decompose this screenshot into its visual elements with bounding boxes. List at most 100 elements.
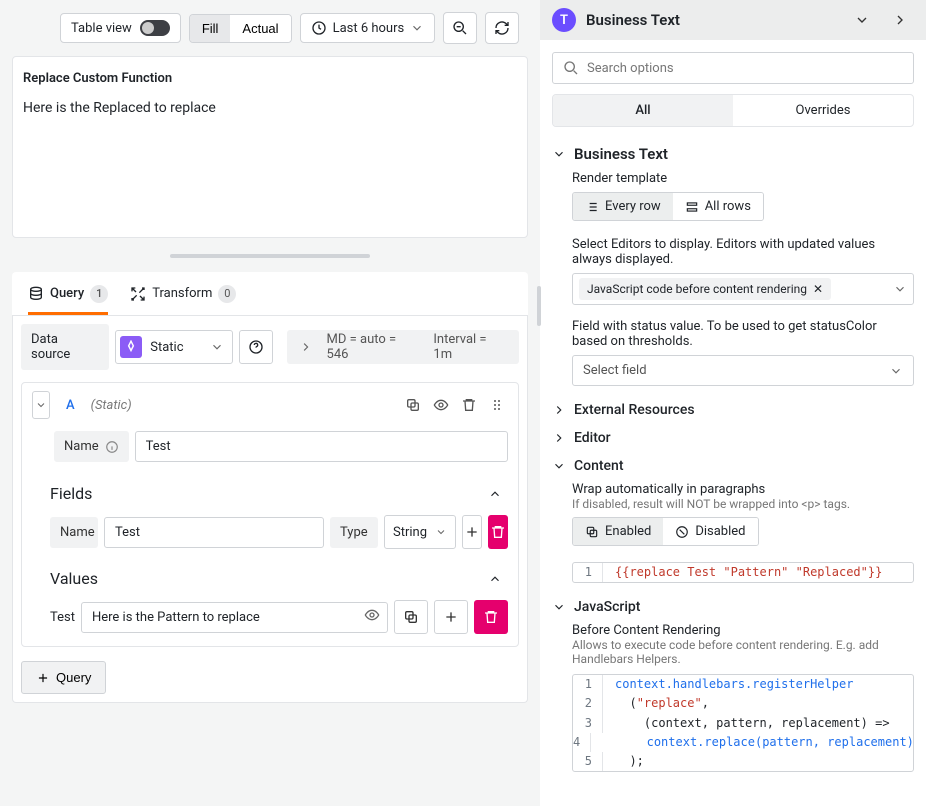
zoom-out-icon bbox=[452, 20, 468, 36]
chevron-right-icon bbox=[552, 403, 566, 417]
copy-value-button[interactable] bbox=[394, 600, 428, 634]
interval-text: Interval = 1m bbox=[433, 332, 507, 362]
fill-button[interactable]: Fill bbox=[190, 15, 231, 42]
chevron-down-icon bbox=[854, 12, 870, 28]
delete-field-button[interactable] bbox=[488, 515, 508, 549]
database-icon bbox=[28, 286, 44, 302]
values-heading[interactable]: Values bbox=[22, 557, 518, 596]
plus-icon bbox=[36, 671, 50, 685]
section-business-text[interactable]: Business Text bbox=[552, 143, 914, 165]
actual-button[interactable]: Actual bbox=[230, 15, 290, 42]
trash-icon bbox=[483, 609, 499, 625]
chevron-right-icon bbox=[892, 12, 908, 28]
section-editor[interactable]: Editor bbox=[552, 428, 914, 448]
refresh-icon bbox=[494, 20, 510, 36]
tab-all[interactable]: All bbox=[553, 95, 733, 126]
search-icon bbox=[563, 60, 579, 76]
rows-icon bbox=[685, 200, 699, 214]
datasource-help-button[interactable] bbox=[239, 330, 272, 364]
field-type-label: Type bbox=[330, 517, 378, 548]
preview-body: Here is the Replaced to replace bbox=[23, 100, 517, 116]
editors-multiselect[interactable]: JavaScript code before content rendering… bbox=[572, 273, 914, 305]
chevron-down-icon bbox=[893, 282, 907, 296]
chevron-down-icon bbox=[552, 600, 566, 614]
datasource-picker[interactable]: Static bbox=[115, 330, 233, 364]
chevron-down-icon bbox=[889, 364, 903, 378]
next-panel-button[interactable] bbox=[886, 6, 914, 34]
bottom-tab-bar: Query 1 Transform 0 bbox=[12, 272, 528, 316]
preview-scrollbar[interactable] bbox=[170, 254, 370, 258]
tab-overrides[interactable]: Overrides bbox=[733, 95, 913, 126]
delete-value-button[interactable] bbox=[474, 600, 508, 634]
chevron-down-icon bbox=[552, 459, 566, 473]
opt-wrap-disabled[interactable]: Disabled bbox=[663, 518, 757, 545]
table-view-label: Table view bbox=[71, 21, 132, 36]
table-view-toggle[interactable]: Table view bbox=[60, 13, 181, 43]
query-name-label: Name bbox=[54, 431, 129, 462]
chevron-right-icon bbox=[552, 431, 566, 445]
eye-icon bbox=[433, 397, 449, 413]
copy-query-button[interactable] bbox=[402, 394, 424, 416]
add-field-button[interactable] bbox=[462, 515, 482, 549]
drag-handle[interactable] bbox=[486, 394, 508, 416]
query-letter[interactable]: A bbox=[60, 398, 81, 413]
wrap-help: If disabled, result will NOT be wrapped … bbox=[572, 497, 914, 511]
trash-icon bbox=[490, 524, 506, 540]
datasource-icon bbox=[120, 336, 142, 358]
preview-title: Replace Custom Function bbox=[23, 71, 517, 86]
info-icon bbox=[105, 440, 119, 454]
chip-remove[interactable]: ✕ bbox=[813, 282, 823, 296]
section-content[interactable]: Content bbox=[552, 456, 914, 476]
content-code-editor[interactable]: 1 {{replace Test "Pattern" "Replaced"}} bbox=[572, 562, 914, 583]
query-a: A (Static) Name bbox=[21, 382, 519, 647]
field-type-select[interactable]: String bbox=[384, 515, 456, 549]
toggle-visibility-button[interactable] bbox=[430, 394, 452, 416]
datasource-name: Static bbox=[150, 340, 183, 355]
query-options-toggle[interactable]: MD = auto = 546 Interval = 1m bbox=[287, 330, 519, 364]
options-tabs: All Overrides bbox=[552, 94, 914, 127]
split-scrollbar[interactable] bbox=[537, 286, 541, 326]
status-field-select[interactable]: Select field bbox=[572, 355, 914, 386]
disabled-icon bbox=[675, 525, 689, 539]
section-javascript[interactable]: JavaScript bbox=[552, 597, 914, 617]
time-range-picker[interactable]: Last 6 hours bbox=[300, 13, 436, 43]
add-value-button[interactable] bbox=[434, 600, 468, 634]
md-text: MD = auto = 546 bbox=[327, 332, 420, 362]
chevron-right-icon bbox=[299, 340, 313, 354]
opt-all-rows[interactable]: All rows bbox=[673, 193, 763, 220]
table-view-switch[interactable] bbox=[140, 20, 170, 36]
panel-preview: Replace Custom Function Here is the Repl… bbox=[12, 56, 528, 238]
field-name-input[interactable] bbox=[104, 517, 324, 548]
js-code-editor[interactable]: 1context.handlebars.registerHelper 2 ("r… bbox=[572, 674, 914, 772]
panel-type-title[interactable]: Business Text bbox=[586, 11, 838, 29]
search-options-input[interactable]: Search options bbox=[552, 52, 914, 84]
opt-every-row[interactable]: Every row bbox=[573, 193, 673, 220]
value-input[interactable] bbox=[81, 602, 388, 633]
transform-icon bbox=[130, 286, 146, 302]
collapse-query-button[interactable] bbox=[32, 391, 50, 419]
section-external-resources[interactable]: External Resources bbox=[552, 400, 914, 420]
tab-query[interactable]: Query 1 bbox=[28, 272, 108, 315]
query-static-hint: (Static) bbox=[91, 398, 132, 413]
refresh-button[interactable] bbox=[485, 12, 519, 44]
wrap-group: Enabled Disabled bbox=[572, 517, 759, 546]
reveal-button[interactable] bbox=[364, 607, 380, 627]
fill-actual-group: Fill Actual bbox=[189, 14, 292, 43]
add-query-button[interactable]: Query bbox=[21, 661, 106, 694]
tab-query-label: Query bbox=[50, 286, 84, 301]
tab-transform-count: 0 bbox=[218, 285, 236, 303]
chevron-down-icon bbox=[435, 526, 447, 538]
editor-chip-js-before[interactable]: JavaScript code before content rendering… bbox=[579, 278, 831, 300]
delete-query-button[interactable] bbox=[458, 394, 480, 416]
plus-icon bbox=[464, 524, 480, 540]
tab-query-count: 1 bbox=[90, 285, 108, 303]
chevron-up-icon bbox=[488, 572, 502, 586]
chevron-up-icon bbox=[488, 487, 502, 501]
zoom-out-button[interactable] bbox=[443, 12, 477, 44]
opt-wrap-enabled[interactable]: Enabled bbox=[573, 518, 663, 545]
collapse-sidebar-button[interactable] bbox=[848, 6, 876, 34]
line-number: 1 bbox=[573, 563, 603, 582]
tab-transform[interactable]: Transform 0 bbox=[130, 272, 236, 315]
query-name-input[interactable] bbox=[135, 431, 508, 462]
fields-heading[interactable]: Fields bbox=[22, 472, 518, 511]
